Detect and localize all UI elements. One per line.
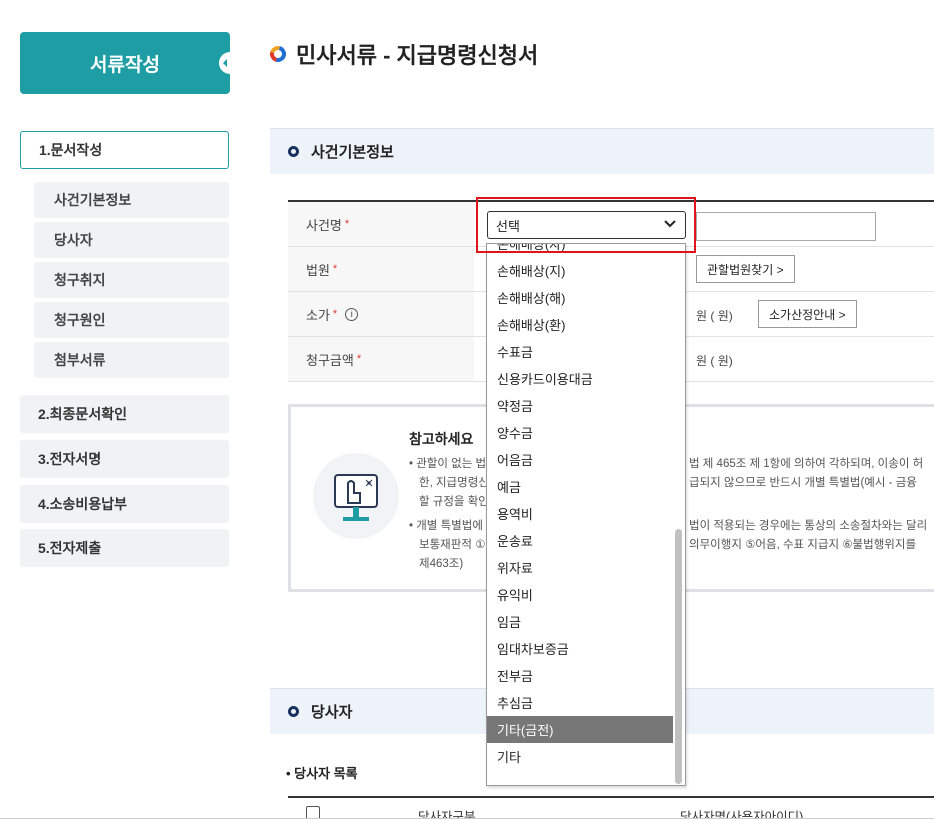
step-final-review[interactable]: 2.최종문서확인 [20,395,229,433]
court-label: 법원 * [288,247,474,291]
notice-line: 보통재판적 ① [419,539,486,551]
sidebar-header: 서류작성 [20,32,231,94]
step-e-submit[interactable]: 5.전자제출 [20,529,229,567]
notice-title: 참고하세요 [409,431,474,447]
notice-line-right: 의무이행지 ⑤어음, 수표 지급지 ⑥불법행위지를 [689,539,917,551]
value-calc-guide-button[interactable]: 소가산정안내 > [758,300,857,328]
label-text: 법원 [306,262,330,278]
sub-item-case-info[interactable]: 사건기본정보 [34,182,229,218]
step-e-signature[interactable]: 3.전자서명 [20,440,229,478]
dropdown-option[interactable]: 유익비 [487,581,673,608]
notice-line-right: 급되지 않으므로 반드시 개별 특별법(예시 - 금융 [689,477,917,489]
dropdown-option[interactable]: 약정금 [487,392,673,419]
dropdown-options: 손해배상(자) 손해배상(지) 손해배상(해) 손해배상(환) 수표금 신용카드이용대금 약… [487,244,673,770]
notice-line: • 관할이 없는 법 [409,458,487,470]
step-label: 3.전자서명 [38,451,102,467]
required-mark: * [332,263,338,275]
section-header-basic: 사건기본정보 [270,128,934,174]
dropdown-option[interactable]: 용역비 [487,500,673,527]
sidebar-header-label: 서류작성 [90,54,160,76]
dropdown-option[interactable]: 기타(금전) [487,716,673,743]
dropdown-option[interactable]: 임금 [487,608,673,635]
sub-item-attachments[interactable]: 첨부서류 [34,342,229,378]
title-ring-icon [267,43,289,65]
dropdown-scrollbar[interactable] [675,529,682,784]
label-text: 소가 [306,307,330,323]
case-name-extra-input[interactable] [696,212,876,241]
required-mark: * [356,353,362,365]
party-table-top-border [288,796,934,798]
notice-line: 한, 지급명령신 [419,477,489,489]
label-text: 청구금액 [306,352,354,368]
claim-value-label: 소가 * i [288,292,474,336]
highlight-box [476,197,696,253]
step-label: 4.소송비용납부 [38,496,127,512]
required-mark: * [332,308,338,320]
notice-line-right: 법 제 465조 제 1항에 의하여 각하되며, 이송이 허 [689,458,924,470]
dropdown-option[interactable]: 손해배상(해) [487,284,673,311]
required-mark: * [344,218,350,230]
claim-value-unit: 원 ( 원) [696,309,733,323]
sub-item-label: 당사자 [54,232,93,248]
dropdown-option[interactable]: 예금 [487,473,673,500]
dropdown-option[interactable]: 어음금 [487,446,673,473]
page-title-text: 민사서류 - 지급명령신청서 [296,43,539,68]
section-ring-icon [288,146,299,157]
dropdown-option[interactable]: 운송료 [487,527,673,554]
notice-line: 할 규정을 확인 [419,496,489,508]
page-title: 민사서류 - 지급명령신청서 [267,38,539,70]
sub-item-claim-purpose[interactable]: 청구취지 [34,262,229,298]
dropdown-option[interactable]: 추심금 [487,689,673,716]
case-name-dropdown-list[interactable]: 손해배상(자) 손해배상(지) 손해배상(해) 손해배상(환) 수표금 신용카드이용대금 약… [486,243,686,786]
label-text: 사건명 [306,217,342,233]
dropdown-option[interactable]: 임대차보증금 [487,635,673,662]
dropdown-option[interactable]: 손해배상(지) [487,257,673,284]
find-court-button[interactable]: 관할법원찾기 > [696,255,795,283]
notice-line-right: 법이 적용되는 경우에는 통상의 소송절차와는 달리 [689,520,928,532]
dropdown-option[interactable]: 위자료 [487,554,673,581]
step-fee-payment[interactable]: 4.소송비용납부 [20,485,229,523]
sub-item-label: 청구취지 [54,272,106,288]
dropdown-option[interactable]: 양수금 [487,419,673,446]
hand-pointer-icon [313,453,399,539]
step-label: 1.문서작성 [39,142,103,158]
sub-item-label: 사건기본정보 [54,192,132,208]
section-title: 사건기본정보 [311,144,394,161]
dropdown-option[interactable]: 신용카드이용대금 [487,365,673,392]
sub-item-label: 첨부서류 [54,352,106,368]
notice-line: 제463조) [419,558,464,570]
step-label: 2.최종문서확인 [38,406,127,422]
info-icon[interactable]: i [345,307,359,321]
dropdown-option[interactable]: 손해배상(환) [487,311,673,338]
step-document-writing[interactable]: 1.문서작성 [20,131,229,169]
sub-item-parties[interactable]: 당사자 [34,222,229,258]
dropdown-option[interactable]: 전부금 [487,662,673,689]
section-title: 당사자 [311,704,353,721]
step-label: 5.전자제출 [38,540,102,556]
sub-item-claim-cause[interactable]: 청구원인 [34,302,229,338]
claim-amount-unit: 원 ( 원) [696,354,733,368]
party-list-title: • 당사자 목록 [286,766,358,781]
sub-item-label: 청구원인 [54,312,106,328]
notice-line: • 개별 특별법에 [409,520,483,532]
section-ring-icon [288,706,299,717]
collapse-toggle-icon[interactable] [219,52,231,74]
claim-amount-label: 청구금액 * [288,337,474,381]
case-name-label: 사건명 * [288,202,474,246]
dropdown-option[interactable]: 기타 [487,743,673,770]
dropdown-option[interactable]: 수표금 [487,338,673,365]
